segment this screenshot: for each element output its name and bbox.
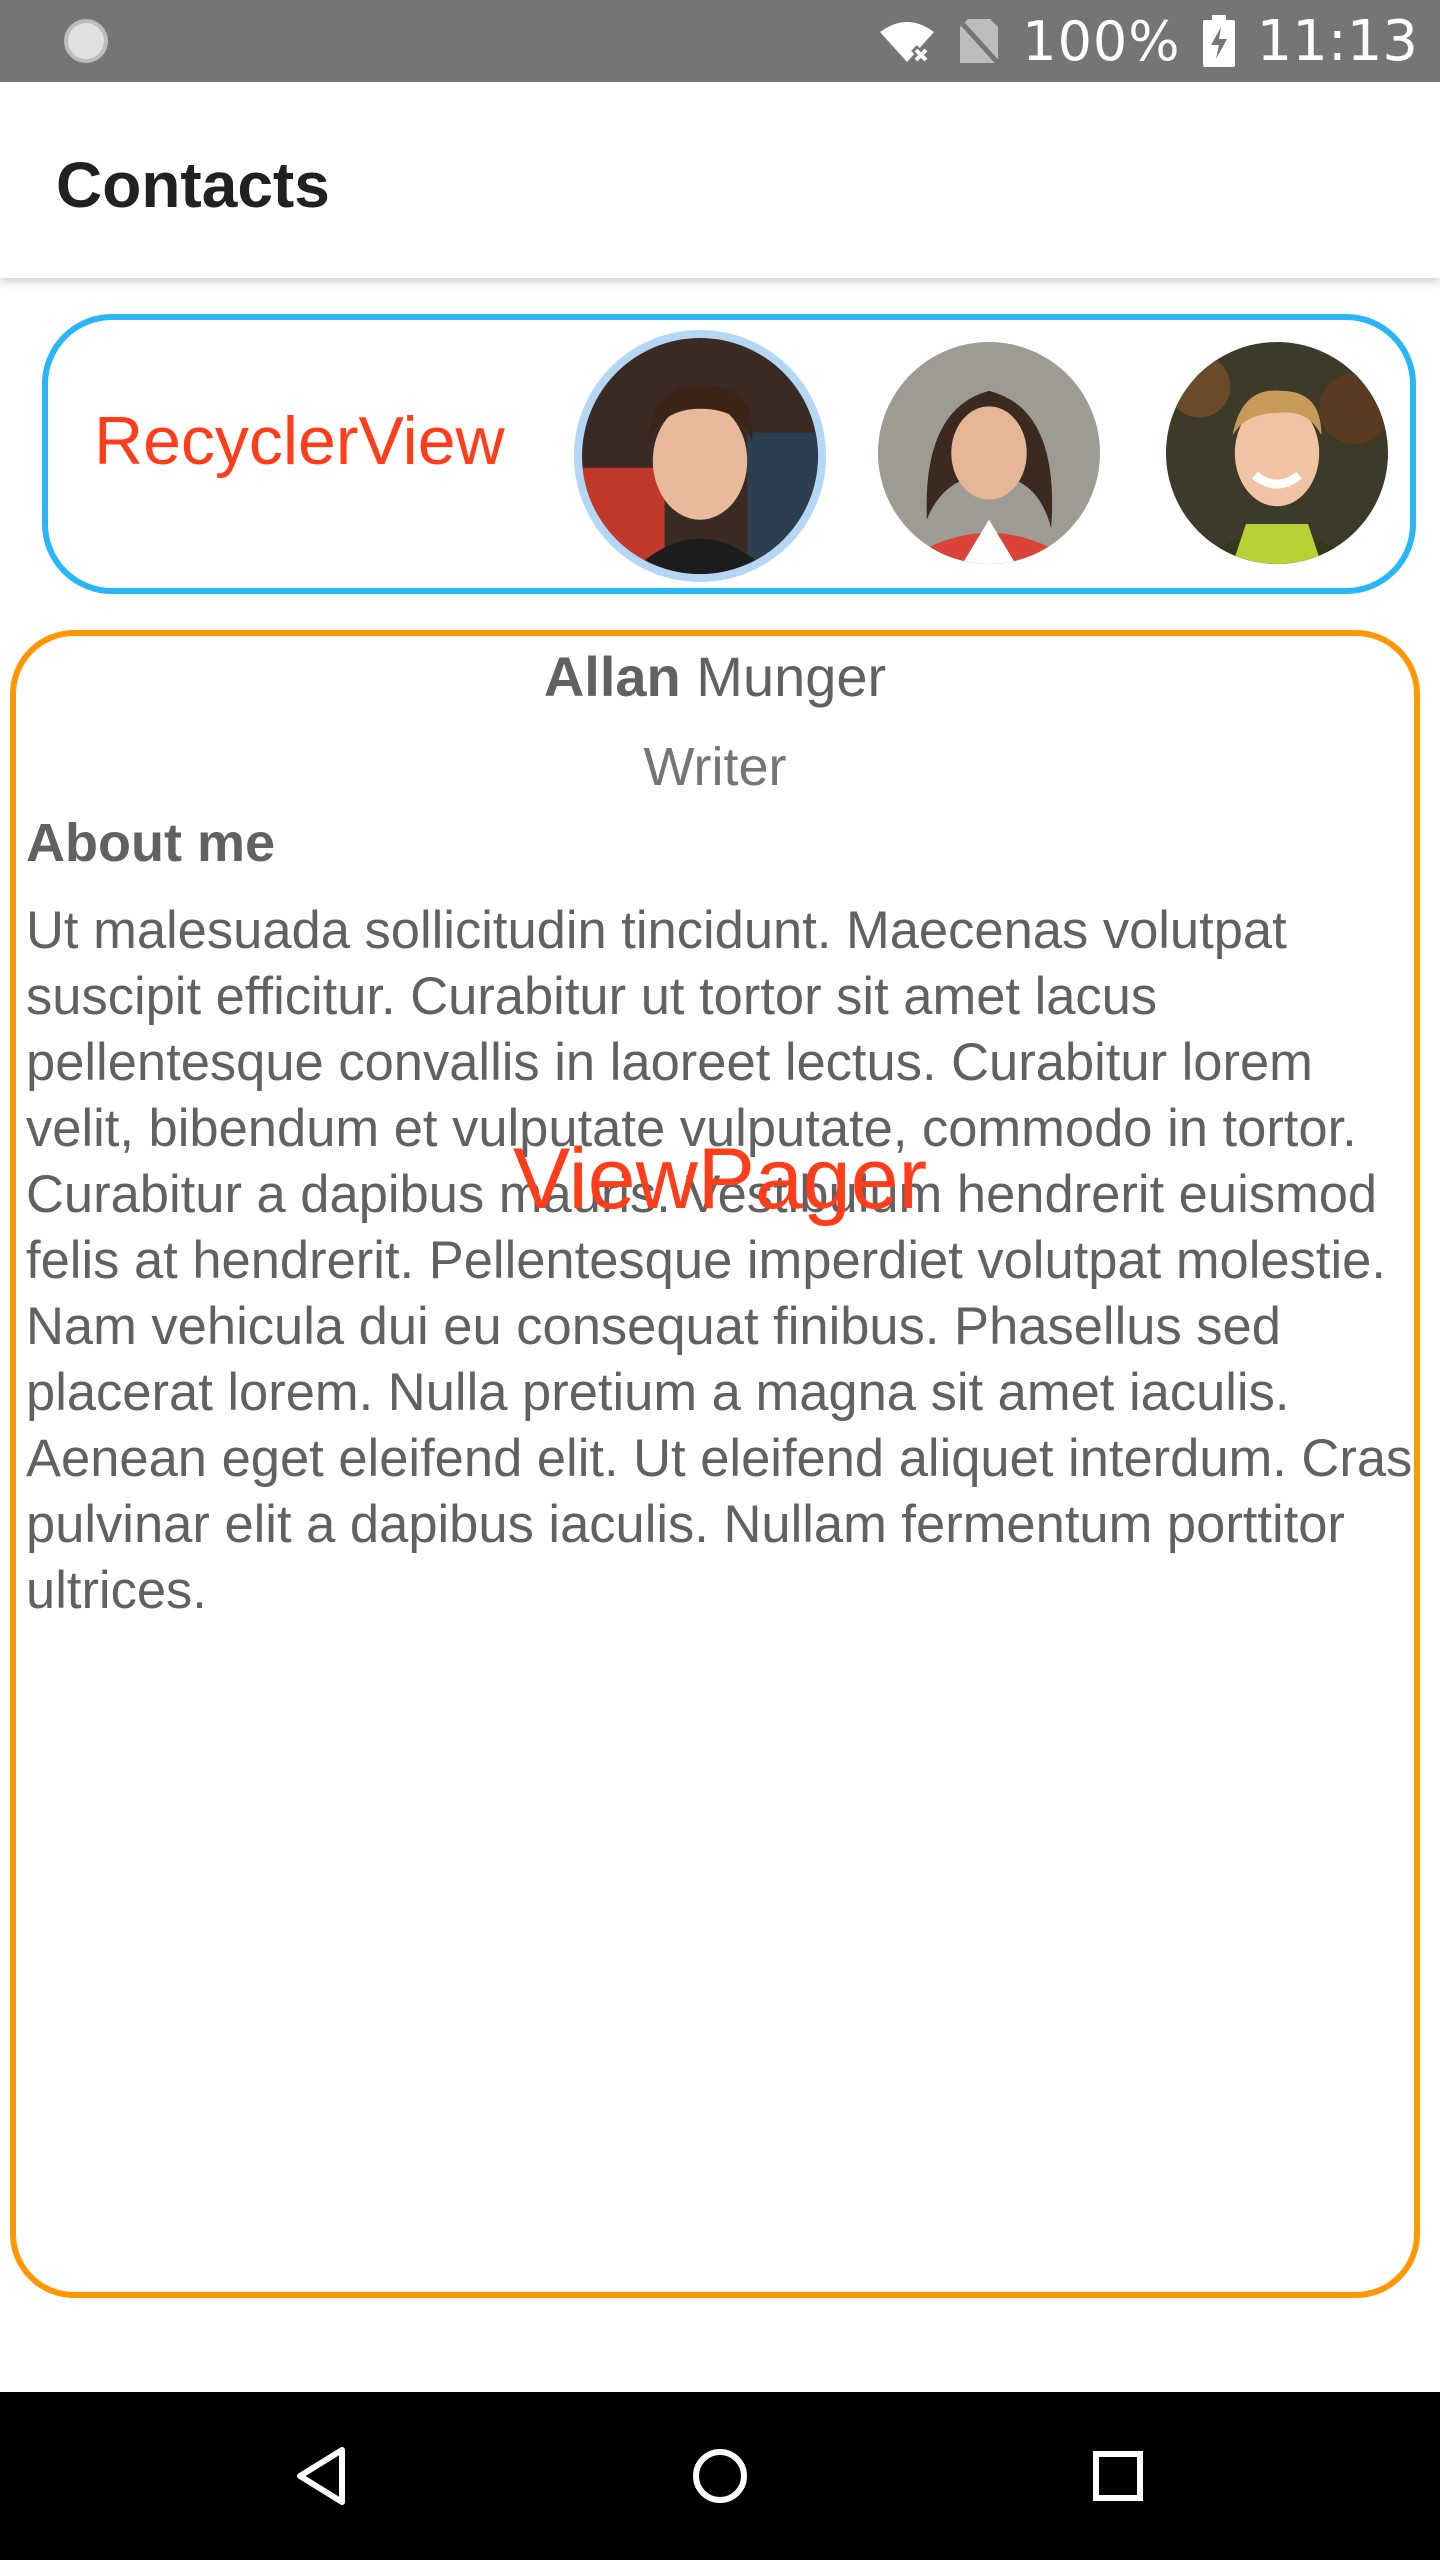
page-title: Contacts [56, 149, 330, 221]
avatar-man[interactable] [1166, 342, 1388, 564]
wifi-icon [880, 22, 935, 64]
job-title: Writer [643, 737, 787, 797]
recycler-label: RecyclerView [94, 403, 505, 479]
last-name: Munger [696, 645, 887, 708]
about-heading: About me [26, 813, 275, 873]
app-bar: Contacts [0, 82, 1440, 278]
first-name: Allan [543, 645, 681, 708]
avatar-allan-image [582, 338, 818, 574]
sync-icon [64, 19, 108, 63]
contact-viewpager[interactable]: Allan Munger Writer About me Ut malesuad… [10, 630, 1420, 2298]
back-icon[interactable] [282, 2436, 362, 2516]
battery-charging-icon [1202, 15, 1235, 67]
status-icons: 100% 11:13 [878, 0, 1418, 82]
contact-name: Allan Munger [16, 644, 1414, 709]
avatar-woman[interactable] [878, 342, 1100, 564]
home-icon[interactable] [680, 2436, 760, 2516]
recents-icon[interactable] [1078, 2436, 1158, 2516]
no-sim-icon [958, 19, 1001, 65]
avatar-allan[interactable] [574, 330, 826, 582]
avatar-man-image [1166, 342, 1388, 564]
about-text: Ut malesuada sollicitudin tincidunt. Mae… [26, 901, 1413, 1620]
battery-percent: 100% [1022, 9, 1181, 73]
navigation-bar [0, 2392, 1440, 2560]
viewpager-label: ViewPager [512, 1131, 928, 1227]
status-bar: 100% 11:13 [0, 0, 1440, 82]
avatar-woman-image [878, 342, 1100, 564]
clock: 11:13 [1256, 8, 1418, 74]
contacts-recycler[interactable]: RecyclerView [42, 314, 1416, 594]
